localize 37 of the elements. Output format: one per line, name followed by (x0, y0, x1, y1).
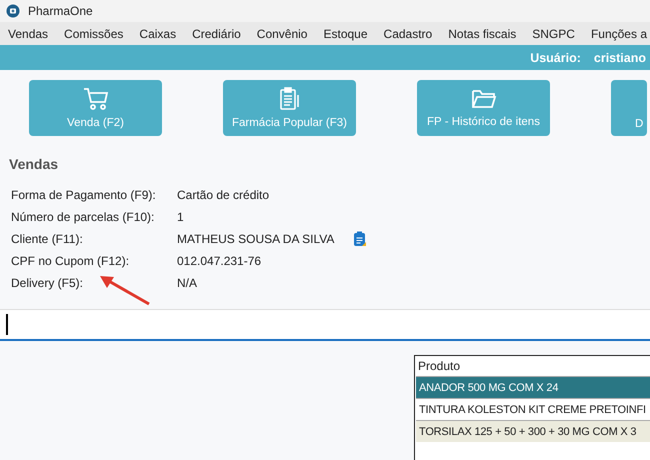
field-value: 012.047.231-76 (177, 254, 262, 268)
clipboard-icon (278, 87, 300, 111)
menu-item[interactable]: Caixas (139, 26, 176, 40)
table-cell: TINTURA KOLESTON KIT CREME PRETOINFI (419, 404, 646, 416)
menu-item[interactable]: Comissões (64, 26, 124, 40)
input-field[interactable] (0, 309, 650, 341)
menu-item[interactable]: Vendas (8, 26, 48, 40)
field-label: Delivery (F5): (11, 276, 84, 290)
field-value: Cartão de crédito (177, 188, 270, 202)
field-value: MATHEUS SOUSA DA SILVA (177, 232, 336, 246)
menu-item[interactable]: Funções a (590, 26, 647, 40)
table-cell: ANADOR 500 MG COM X 24 (419, 382, 558, 394)
menu-item[interactable]: Convênio (256, 26, 308, 40)
clipboard-icon[interactable] (353, 231, 367, 247)
menu-item[interactable]: Cadastro (384, 26, 432, 40)
field-label: Número de parcelas (F10): (11, 210, 156, 224)
column-header[interactable]: Produto (418, 359, 460, 373)
field-value: N/A (177, 276, 198, 290)
table-row[interactable]: TORSILAX 125 + 50 + 300 + 30 MG COM X 3 (416, 420, 650, 442)
field-label: Forma de Pagamento (F9): (11, 188, 157, 202)
section-title: Vendas (9, 156, 60, 172)
field-label: CPF no Cupom (F12): (11, 254, 130, 268)
window-title: PharmaOne (28, 4, 93, 18)
user-name: cristiano (594, 50, 646, 64)
folder-icon (470, 88, 496, 110)
app-icon (6, 4, 20, 18)
cart-icon (82, 87, 108, 111)
pointer-arrow (99, 274, 151, 306)
menu-item[interactable]: Estoque (323, 26, 368, 40)
user-label: Usuário: (530, 50, 581, 64)
field-value: 1 (177, 210, 185, 224)
menu-item[interactable]: SNGPC (532, 26, 575, 40)
menu-item[interactable]: Notas fiscais (448, 26, 516, 40)
menu-item[interactable]: Crediário (192, 26, 241, 40)
table-row[interactable]: ANADOR 500 MG COM X 24 (416, 376, 650, 398)
table-cell: TORSILAX 125 + 50 + 300 + 30 MG COM X 3 (419, 426, 636, 438)
field-label: Cliente (F11): (11, 232, 84, 246)
